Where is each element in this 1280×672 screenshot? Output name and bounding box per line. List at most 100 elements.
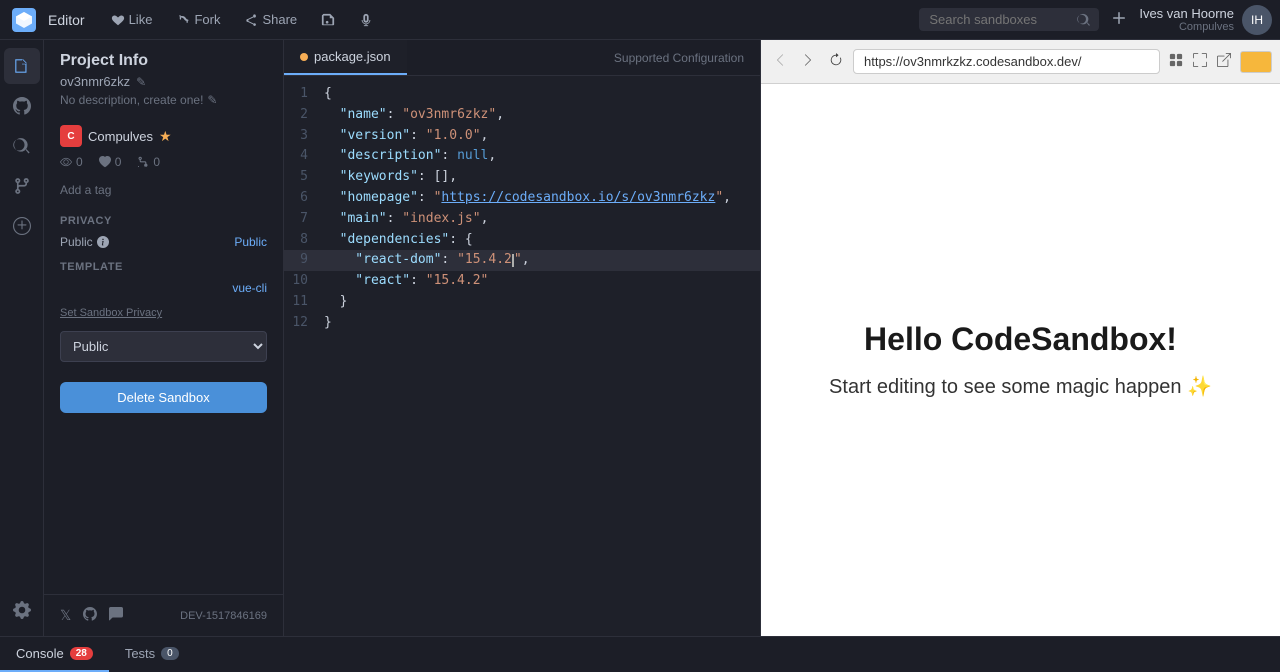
tests-badge: 0 xyxy=(161,647,179,660)
tab-bar: package.json Supported Configuration xyxy=(284,40,760,76)
supported-config[interactable]: Supported Configuration xyxy=(598,40,760,75)
git-icon-btn[interactable] xyxy=(4,168,40,204)
org-avatar: C xyxy=(60,125,82,147)
supported-config-label: Supported Configuration xyxy=(614,51,744,65)
preview-subtitle: Start editing to see some magic happen ✨ xyxy=(829,374,1212,399)
user-name: Ives van Hoorne xyxy=(1139,6,1234,21)
likes-value: 0 xyxy=(115,155,122,169)
main-layout: Project Info ov3nmr6zkz ✎ No description… xyxy=(0,40,1280,636)
add-tag-label[interactable]: Add a tag xyxy=(60,183,111,197)
code-line-9: 9 "react-dom": "15.4.2", xyxy=(284,250,760,271)
fork-icon xyxy=(137,156,149,168)
org-row: C Compulves ★ xyxy=(44,125,283,147)
tests-tab[interactable]: Tests 0 xyxy=(109,637,195,672)
template-value[interactable]: vue-cli xyxy=(232,281,267,295)
search-icon xyxy=(1077,13,1091,27)
logo xyxy=(8,4,40,36)
edit-icon[interactable]: ✎ xyxy=(136,75,146,89)
code-line-6: 6 "homepage": "https://codesandbox.io/s/… xyxy=(284,188,760,209)
color-swatch[interactable] xyxy=(1240,51,1272,73)
search-input[interactable] xyxy=(919,8,1099,31)
chat-icon[interactable] xyxy=(109,607,123,624)
project-desc-text: No description, create one! xyxy=(60,93,203,107)
code-line-2: 2 "name": "ov3nmr6zkz", xyxy=(284,105,760,126)
fork-label: Fork xyxy=(194,12,220,27)
sidebar-footer: 𝕏 DEV-1517846169 xyxy=(44,594,283,636)
browser-back-button[interactable] xyxy=(769,49,791,74)
mic-button[interactable] xyxy=(349,9,383,31)
project-id-row: ov3nmr6zkz ✎ xyxy=(60,74,267,89)
browser-view-btn-1[interactable] xyxy=(1166,50,1186,73)
twitter-icon[interactable]: 𝕏 xyxy=(60,607,71,624)
browser-view-btn-2[interactable] xyxy=(1190,50,1210,73)
edit-desc-icon[interactable]: ✎ xyxy=(207,93,217,107)
tab-package-json[interactable]: package.json xyxy=(284,40,407,75)
icon-bar-bottom xyxy=(4,592,40,636)
likes-count: 0 xyxy=(99,155,122,169)
avatar: IH xyxy=(1242,5,1272,35)
save-button[interactable] xyxy=(311,9,345,31)
console-label: Console xyxy=(16,646,64,661)
preview-title: Hello CodeSandbox! xyxy=(864,321,1177,358)
privacy-value: Public xyxy=(234,235,267,249)
forks-value: 0 xyxy=(153,155,160,169)
files-icon-btn[interactable] xyxy=(4,48,40,84)
tab-label: package.json xyxy=(314,49,391,64)
like-label: Like xyxy=(129,12,153,27)
project-id: ov3nmr6zkz xyxy=(60,74,130,89)
url-bar[interactable] xyxy=(853,49,1160,74)
browser-open-external-btn[interactable] xyxy=(1214,50,1234,73)
homepage-link[interactable]: https://codesandbox.io/s/ov3nmr6zkz xyxy=(441,190,715,205)
template-section-label: TEMPLATE xyxy=(44,253,283,277)
console-tab[interactable]: Console 28 xyxy=(0,637,109,672)
settings-icon-btn[interactable] xyxy=(4,592,40,628)
org-name: Compulves xyxy=(88,129,153,144)
project-description: No description, create one! ✎ xyxy=(60,93,267,107)
template-row: vue-cli xyxy=(44,277,283,303)
editor-label: Editor xyxy=(48,12,85,28)
user-info: Ives van Hoorne Compulves IH xyxy=(1139,5,1272,35)
sidebar: Project Info ov3nmr6zkz ✎ No description… xyxy=(44,40,284,636)
github-footer-icon[interactable] xyxy=(83,607,97,624)
deploy-icon-btn[interactable] xyxy=(4,208,40,244)
delete-sandbox-button[interactable]: Delete Sandbox xyxy=(60,382,267,413)
search-code-icon-btn[interactable] xyxy=(4,128,40,164)
tests-label: Tests xyxy=(125,646,155,661)
editor-area: package.json Supported Configuration 1 {… xyxy=(284,40,760,636)
add-button[interactable] xyxy=(1107,6,1131,33)
browser-refresh-button[interactable] xyxy=(825,49,847,74)
star-icon: ★ xyxy=(159,128,172,145)
browser-bar xyxy=(761,40,1280,84)
project-title: Project Info xyxy=(60,52,267,70)
privacy-text: Public xyxy=(60,235,93,249)
tab-modified-indicator xyxy=(300,53,308,61)
sidebar-header: Project Info ov3nmr6zkz ✎ No description… xyxy=(44,40,283,115)
views-count: 0 xyxy=(60,155,83,169)
heart-icon xyxy=(99,156,111,168)
fork-button[interactable]: Fork xyxy=(166,8,230,31)
code-line-4: 4 "description": null, xyxy=(284,146,760,167)
privacy-select[interactable]: Public Private Unlisted xyxy=(60,331,267,362)
code-editor[interactable]: 1 { 2 "name": "ov3nmr6zkz", 3 "version":… xyxy=(284,76,760,636)
forks-count: 0 xyxy=(137,155,160,169)
user-org: Compulves xyxy=(1139,21,1234,33)
topbar: Editor Like Fork Share Ives xyxy=(0,0,1280,40)
topbar-right: Ives van Hoorne Compulves IH xyxy=(919,5,1272,35)
code-line-7: 7 "main": "index.js", xyxy=(284,209,760,230)
code-line-3: 3 "version": "1.0.0", xyxy=(284,126,760,147)
share-button[interactable]: Share xyxy=(234,8,307,31)
privacy-label: Public xyxy=(60,235,109,249)
eye-icon xyxy=(60,156,72,168)
info-icon xyxy=(97,236,109,248)
browser-action-btns xyxy=(1166,50,1234,73)
github-icon-btn[interactable] xyxy=(4,88,40,124)
search-container xyxy=(919,8,1099,31)
privacy-notice[interactable]: Set Sandbox Privacy xyxy=(44,303,283,323)
code-line-11: 11 } xyxy=(284,292,760,313)
browser-forward-button[interactable] xyxy=(797,49,819,74)
privacy-section-label: PRIVACY xyxy=(44,207,283,231)
console-badge: 28 xyxy=(70,647,93,660)
like-button[interactable]: Like xyxy=(101,8,163,31)
code-line-5: 5 "keywords": [], xyxy=(284,167,760,188)
code-line-8: 8 "dependencies": { xyxy=(284,230,760,251)
